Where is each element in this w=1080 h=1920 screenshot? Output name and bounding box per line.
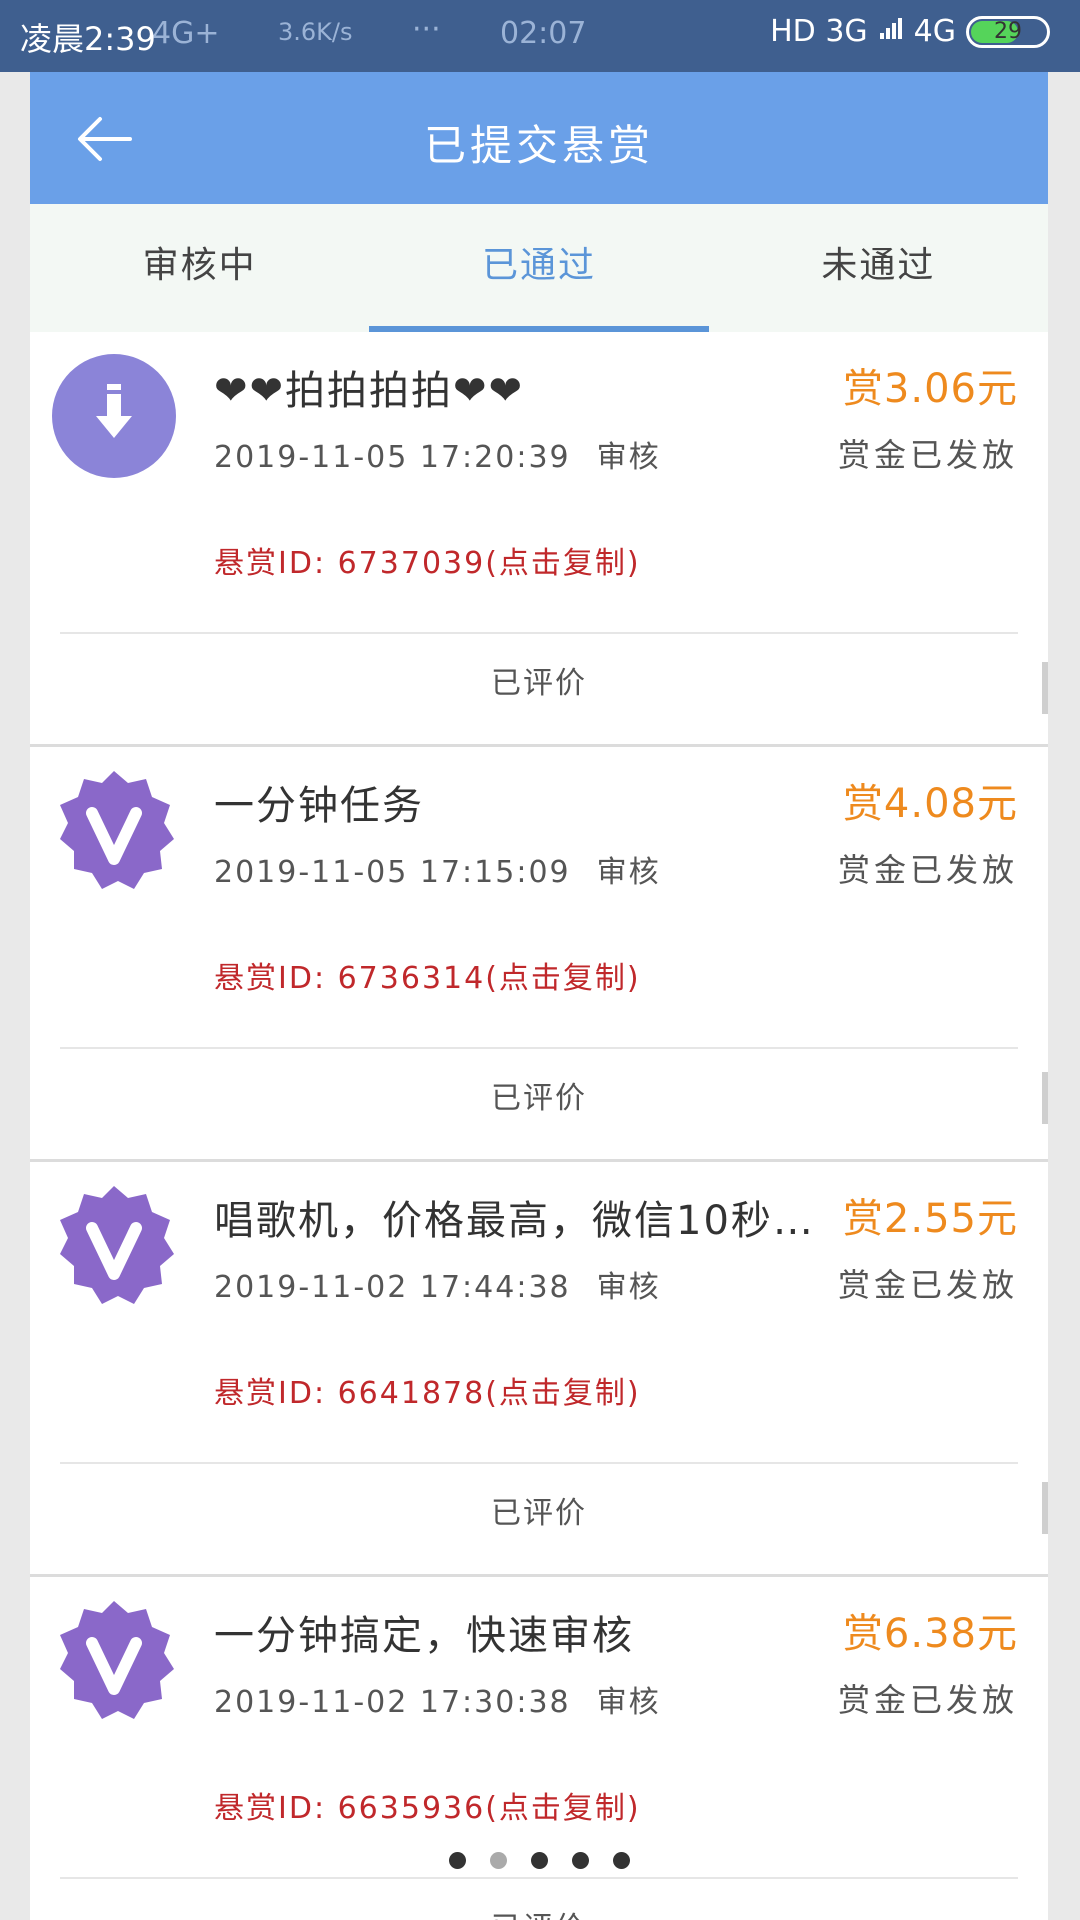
- tab-approved[interactable]: 已通过: [369, 204, 709, 332]
- status-right-group: HD 3G 4G 29: [770, 14, 1050, 49]
- reward-amount: 赏3.06元: [842, 366, 1018, 412]
- bounty-id-copy[interactable]: 悬赏ID: 6736314(点击复制): [214, 953, 641, 997]
- bounty-id-copy[interactable]: 悬赏ID: 6641878(点击复制): [214, 1368, 641, 1412]
- rated-label[interactable]: 已评价: [30, 1488, 1048, 1532]
- review-status: 审核: [596, 1270, 661, 1305]
- app-screen: 已提交悬赏 审核中 已通过 未通过 ❤❤拍拍拍拍❤❤ 赏3.06元 2019-1…: [30, 72, 1048, 1920]
- more-notifications-icon: ···: [412, 12, 441, 47]
- submission-meta: 2019-11-02 17:44:38 审核: [214, 1262, 661, 1306]
- payout-status: 赏金已发放: [837, 851, 1018, 889]
- page-dot-active[interactable]: [489, 1852, 507, 1869]
- task-title: ❤❤拍拍拍拍❤❤: [214, 368, 525, 414]
- reward-amount: 赏2.55元: [842, 1196, 1018, 1242]
- submission-datetime: 2019-11-05 17:15:09: [214, 855, 571, 890]
- page-indicator: [30, 1852, 1048, 1869]
- battery-icon: 29: [966, 15, 1050, 48]
- rated-label[interactable]: 已评价: [30, 1073, 1048, 1117]
- bounty-id-copy[interactable]: 悬赏ID: 6737039(点击复制): [214, 538, 641, 582]
- v-badge-icon: [60, 771, 174, 889]
- title-bar: 已提交悬赏: [30, 72, 1048, 204]
- list-item[interactable]: 唱歌机，价格最高，微信10秒… 赏2.55元 2019-11-02 17:44:…: [30, 1162, 1048, 1577]
- divider: [60, 1877, 1018, 1879]
- scroll-indicator: [1042, 1482, 1048, 1534]
- submission-meta: 2019-11-02 17:30:38 审核: [214, 1677, 661, 1721]
- scroll-indicator: [1042, 662, 1048, 714]
- tab-rejected[interactable]: 未通过: [709, 204, 1048, 332]
- payout-status: 赏金已发放: [837, 436, 1018, 474]
- battery-level: 29: [994, 18, 1022, 44]
- rated-label[interactable]: 已评价: [30, 1903, 1048, 1920]
- payout-status: 赏金已发放: [837, 1266, 1018, 1304]
- submission-meta: 2019-11-05 17:15:09 审核: [214, 847, 661, 891]
- reward-amount: 赏4.08元: [842, 781, 1018, 827]
- page-title: 已提交悬赏: [423, 121, 654, 170]
- network-indicator: 4G+: [152, 16, 220, 51]
- review-status: 审核: [596, 1685, 661, 1720]
- status-clock: 02:07: [500, 16, 587, 51]
- task-title: 唱歌机，价格最高，微信10秒…: [214, 1198, 815, 1244]
- bounty-id-copy[interactable]: 悬赏ID: 6635936(点击复制): [214, 1783, 641, 1827]
- status-time: 凌晨2:39: [20, 20, 156, 58]
- signal-4g: 4G: [913, 14, 956, 49]
- task-title: 一分钟搞定，快速审核: [214, 1613, 634, 1659]
- submission-datetime: 2019-11-05 17:20:39: [214, 440, 571, 475]
- list-item[interactable]: ❤❤拍拍拍拍❤❤ 赏3.06元 2019-11-05 17:20:39 审核 赏金…: [30, 332, 1048, 747]
- divider: [60, 1047, 1018, 1049]
- submission-datetime: 2019-11-02 17:44:38: [214, 1270, 571, 1305]
- review-status: 审核: [596, 440, 661, 475]
- tab-bar: 审核中 已通过 未通过: [30, 204, 1048, 332]
- signal-icon: [878, 14, 904, 49]
- v-badge-icon: [60, 1601, 174, 1719]
- bounty-list: ❤❤拍拍拍拍❤❤ 赏3.06元 2019-11-05 17:20:39 审核 赏金…: [30, 332, 1048, 1920]
- reward-amount: 赏6.38元: [842, 1611, 1018, 1657]
- scroll-indicator: [1042, 1072, 1048, 1124]
- review-status: 审核: [596, 855, 661, 890]
- tab-under-review[interactable]: 审核中: [30, 204, 369, 332]
- rated-label[interactable]: 已评价: [30, 658, 1048, 702]
- signal-3g: HD 3G: [770, 14, 868, 49]
- task-title: 一分钟任务: [214, 783, 424, 829]
- submission-meta: 2019-11-05 17:20:39 审核: [214, 432, 661, 476]
- submission-datetime: 2019-11-02 17:30:38: [214, 1685, 571, 1720]
- network-speed: 3.6K/s: [278, 18, 353, 46]
- page-dot[interactable]: [448, 1852, 466, 1869]
- page-dot[interactable]: [571, 1852, 589, 1869]
- page-dot[interactable]: [530, 1852, 548, 1869]
- divider: [60, 1462, 1018, 1464]
- page-dot[interactable]: [612, 1852, 630, 1869]
- status-bar: 凌晨2:39 4G+ 3.6K/s ··· 02:07 HD 3G 4G 29: [0, 0, 1080, 72]
- download-icon: [52, 354, 176, 478]
- list-item[interactable]: 一分钟任务 赏4.08元 2019-11-05 17:15:09 审核 赏金已发放…: [30, 747, 1048, 1162]
- v-badge-icon: [60, 1186, 174, 1304]
- payout-status: 赏金已发放: [837, 1681, 1018, 1719]
- divider: [60, 632, 1018, 634]
